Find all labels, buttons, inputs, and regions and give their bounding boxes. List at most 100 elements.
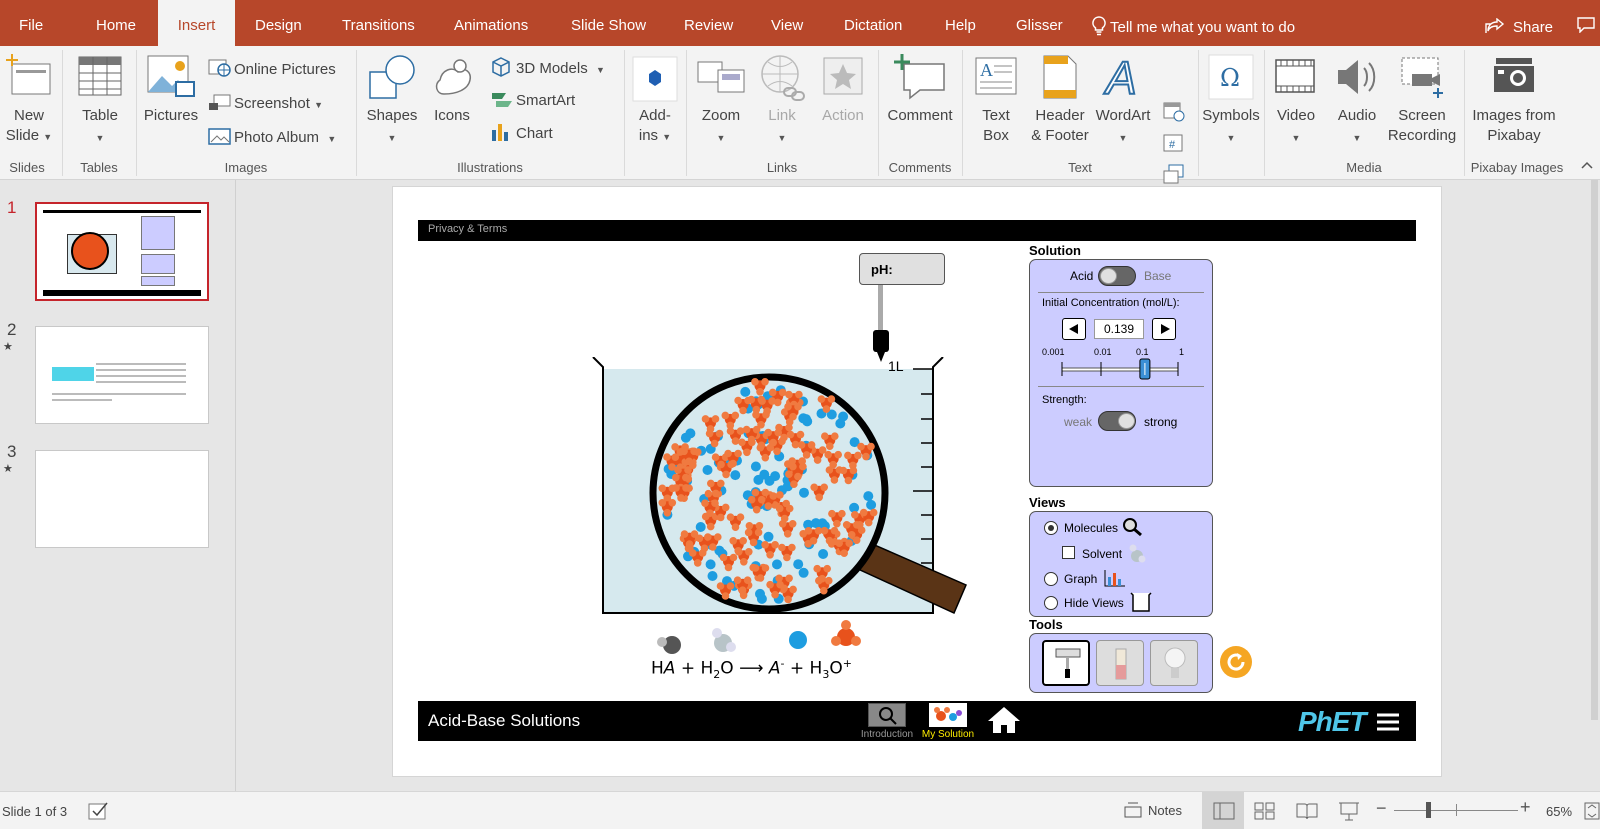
reading-view-icon[interactable] [1296,802,1318,820]
hydrogen-atom [758,397,766,405]
scrollbar-thumb[interactable] [1591,180,1598,720]
concentration-slider[interactable] [1060,358,1190,382]
vertical-scrollbar[interactable] [1589,180,1600,791]
table-button[interactable]: Table ▼ [70,50,130,150]
slide-sorter-icon[interactable] [1254,802,1276,820]
tab-view[interactable]: View [771,0,803,46]
hydrogen-atom [682,473,690,482]
thumb-panel [141,254,175,274]
tell-me-search[interactable]: Tell me what you want to do [1092,0,1295,46]
zoom-slider-thumb[interactable] [1426,802,1431,818]
acid-base-toggle[interactable] [1098,266,1136,286]
zoom-level[interactable]: 65% [1546,804,1572,819]
hydrogen-atom [755,522,764,530]
reset-all-button[interactable] [1219,645,1253,679]
decrease-concentration-button[interactable] [1062,318,1086,340]
hydrogen-atom [775,574,783,583]
thumb-text-line [96,369,186,371]
header-footer-button[interactable]: Header & Footer [1028,50,1092,150]
tab-help[interactable]: Help [945,0,976,46]
slide-thumbnail-3[interactable] [35,450,209,548]
solvent-checkbox[interactable] [1062,546,1075,559]
introduction-screen-button[interactable]: Introduction [858,703,916,741]
hydrogen-atom [799,462,807,471]
phet-logo[interactable]: PhET [1298,706,1367,738]
hydrogen-atom [706,509,714,517]
audio-icon [1338,60,1376,94]
collapse-ribbon-icon[interactable] [1580,160,1594,170]
privacy-terms-link[interactable]: Privacy & Terms [428,223,507,235]
share-button[interactable]: Share [1485,0,1553,46]
tab-dictation[interactable]: Dictation [844,0,902,46]
wordart-button[interactable]: A WordArt ▼ [1092,50,1154,150]
thumb-text-line [52,399,112,401]
home-icon[interactable] [986,705,1022,735]
link-button[interactable]: Link ▼ [754,50,810,150]
graph-radio[interactable] [1044,572,1058,586]
3d-models-button[interactable]: 3D Models ▼ [490,56,605,80]
thumb-footer-bar [43,290,201,296]
strength-toggle[interactable] [1098,411,1136,431]
tab-transitions[interactable]: Transitions [342,0,415,46]
tab-review[interactable]: Review [684,0,733,46]
date-time-icon[interactable] [1163,100,1185,122]
add-ins-button[interactable]: Add- ins ▼ [630,50,680,150]
tab-slide-show[interactable]: Slide Show [571,0,646,46]
photo-album-button[interactable]: Photo Album ▼ [208,126,336,149]
thumb-header-bar [43,210,201,213]
tab-animations[interactable]: Animations [454,0,528,46]
hydrogen-atom [783,530,792,538]
chart-button[interactable]: Chart [490,122,553,144]
images-from-pixabay-button[interactable]: Images from Pixabay [1466,50,1562,150]
fit-to-window-icon[interactable] [1584,802,1600,820]
notes-button[interactable]: Notes [1124,798,1182,824]
text-box-label-2: Box [983,127,1009,144]
normal-view-button[interactable] [1202,792,1244,829]
pictures-button[interactable]: Pictures [140,50,202,150]
slide-show-icon[interactable] [1338,800,1360,822]
increase-concentration-button[interactable] [1152,318,1176,340]
tab-insert[interactable]: Insert [158,0,235,46]
hide-views-radio[interactable] [1044,596,1058,610]
new-slide-button[interactable]: New Slide ▼ [2,50,54,150]
slide-thumbnail-2[interactable] [35,326,209,424]
tab-design[interactable]: Design [255,0,302,46]
tab-home[interactable]: Home [96,0,136,46]
zoom-out-button[interactable]: − [1376,798,1387,819]
tab-glisser[interactable]: Glisser [1016,0,1063,46]
conductivity-tool-button[interactable] [1150,640,1198,686]
icons-button[interactable]: Icons [424,50,480,150]
slide-number-icon[interactable]: # [1163,134,1185,154]
tab-file[interactable]: File [19,0,43,46]
shapes-button[interactable]: Shapes ▼ [362,50,422,150]
hydrogen-atom [704,533,712,541]
molecules-radio[interactable] [1044,521,1058,535]
slider-thumb[interactable] [1139,358,1151,380]
slide-canvas[interactable]: Privacy & Terms pH: 1L HA + H2O ⟶ A- + H… [392,186,1442,777]
screen-recording-button[interactable]: Screen Recording [1382,50,1462,150]
hydrogen-atom [825,576,833,585]
zoom-in-button[interactable]: + [1520,797,1531,818]
comments-icon[interactable] [1577,17,1595,33]
screen-recording-icon [1401,57,1443,98]
smartart-button[interactable]: SmartArt [490,89,575,111]
screenshot-button[interactable]: Screenshot ▼ [208,92,323,115]
comment-button[interactable]: Comment [882,50,958,150]
ph-paper-tool-button[interactable] [1096,640,1144,686]
hydrogen-atom [726,582,735,590]
action-button[interactable]: Action [814,50,872,150]
video-button[interactable]: Video ▼ [1266,50,1326,150]
share-icon [1485,17,1505,33]
online-pictures-button[interactable]: Online Pictures [208,58,336,80]
my-solution-screen-button[interactable]: My Solution [918,703,978,741]
hamburger-menu-icon[interactable] [1376,713,1400,731]
zoom-button[interactable]: Zoom ▼ [692,50,750,150]
hydrogen-atom [706,425,715,433]
ph-meter-tool-button[interactable] [1042,640,1090,686]
thumb-text-line [52,393,186,395]
text-box-button[interactable]: A Text Box [966,50,1026,150]
spellcheck-icon[interactable] [88,801,110,821]
audio-button[interactable]: Audio ▼ [1328,50,1386,150]
symbols-button[interactable]: Ω Symbols ▼ [1200,50,1262,150]
slide-thumbnail-1[interactable] [35,202,209,301]
